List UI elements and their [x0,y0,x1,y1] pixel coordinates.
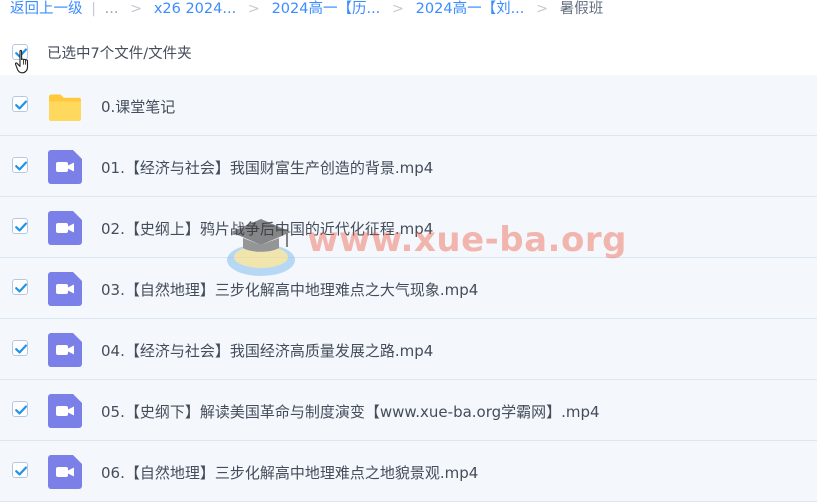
file-row-video[interactable]: 02.【史纲上】鸦片战争后中国的近代化征程.mp4 [0,197,817,258]
checkmark-icon [15,405,27,415]
breadcrumb-separator: > [536,1,549,17]
file-checkbox[interactable] [12,96,28,112]
file-checkbox[interactable] [12,218,28,234]
video-file-icon [48,211,82,245]
hand-pointer-icon [15,49,29,74]
file-row-video[interactable]: 03.【自然地理】三步化解高中地理难点之大气现象.mp4 [0,258,817,319]
breadcrumb-item[interactable]: 2024高一【刘... [416,1,525,17]
file-checkbox[interactable] [12,401,28,417]
video-file-icon [48,394,82,428]
selection-count-label: 已选中7个文件/文件夹 [47,46,192,62]
file-name[interactable]: 01.【经济与社会】我国财富生产创造的背景.mp4 [101,157,433,178]
selection-bar: 已选中7个文件/文件夹 [0,38,817,68]
checkmark-icon [15,100,27,110]
file-name[interactable]: 02.【史纲上】鸦片战争后中国的近代化征程.mp4 [101,218,433,239]
breadcrumb-ellipsis[interactable]: ... [105,1,119,17]
video-file-icon [48,150,82,184]
video-file-icon [48,333,82,367]
checkmark-icon [15,466,27,476]
file-checkbox[interactable] [12,157,28,173]
video-file-icon [48,455,82,489]
breadcrumb-separator: > [247,1,260,17]
file-checkbox[interactable] [12,462,28,478]
file-checkbox[interactable] [12,279,28,295]
file-name[interactable]: 0.课堂笔记 [101,96,175,117]
breadcrumb-current: 暑假班 [559,1,604,17]
file-row-folder[interactable]: 0.课堂笔记 [0,75,817,136]
breadcrumb-separator: > [391,1,405,17]
file-name[interactable]: 03.【自然地理】三步化解高中地理难点之大气现象.mp4 [101,279,478,300]
breadcrumb-separator: > [130,1,143,17]
video-file-icon [48,272,82,306]
checkmark-icon [15,344,27,354]
file-row-video[interactable]: 05.【史纲下】解读美国革命与制度演变【www.xue-ba.org学霸网】.m… [0,380,817,441]
breadcrumb-item[interactable]: x26 2024... [154,1,236,17]
breadcrumb-divider: | [91,1,96,17]
folder-icon [49,94,81,121]
file-checkbox[interactable] [12,340,28,356]
file-name[interactable]: 04.【经济与社会】我国经济高质量发展之路.mp4 [101,340,433,361]
checkmark-icon [15,222,27,232]
file-row-video[interactable]: 04.【经济与社会】我国经济高质量发展之路.mp4 [0,319,817,380]
back-link[interactable]: 返回上一级 [10,1,83,17]
breadcrumb: 返回上一级 | ... > x26 2024... > 2024高一【历... … [10,0,603,20]
checkmark-icon [15,161,27,171]
breadcrumb-item[interactable]: 2024高一【历... [272,1,381,17]
file-name[interactable]: 06.【自然地理】三步化解高中地理难点之地貌景观.mp4 [101,462,478,483]
file-row-video[interactable]: 01.【经济与社会】我国财富生产创造的背景.mp4 [0,136,817,197]
checkmark-icon [15,283,27,293]
file-name[interactable]: 05.【史纲下】解读美国革命与制度演变【www.xue-ba.org学霸网】.m… [101,401,600,422]
